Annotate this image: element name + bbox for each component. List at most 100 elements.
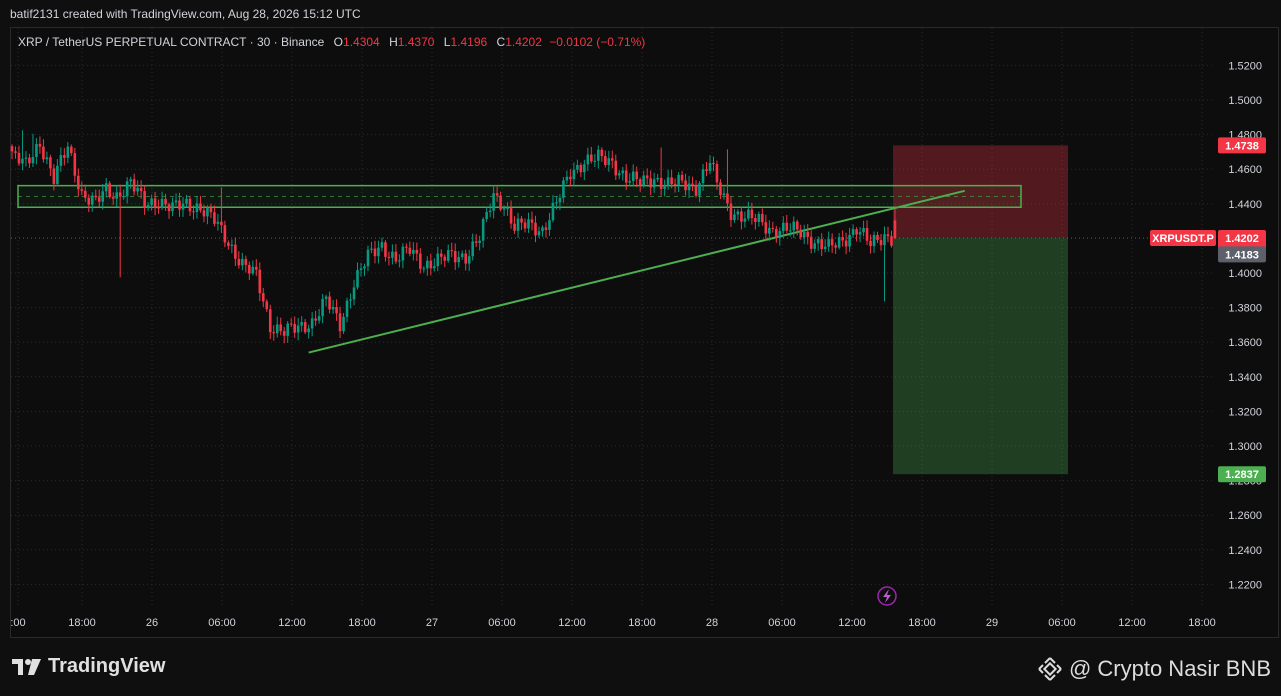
- candle: [10, 144, 14, 160]
- candle-body: [24, 157, 28, 159]
- candle-body: [52, 168, 56, 184]
- candle: [248, 261, 251, 280]
- candle-body: [150, 198, 153, 206]
- candle: [865, 220, 869, 246]
- candle-body: [429, 260, 433, 269]
- candle-body: [115, 192, 118, 199]
- time-tick-label: 18:00: [908, 617, 936, 629]
- stop-price-badge-text: 1.4738: [1225, 140, 1259, 152]
- candle-body: [886, 234, 890, 237]
- candle: [537, 226, 541, 239]
- candle: [237, 251, 241, 269]
- candle-body: [544, 227, 548, 230]
- candle-body: [572, 169, 576, 180]
- candle: [830, 233, 834, 254]
- candle-body: [694, 184, 698, 196]
- candle-body: [635, 171, 639, 180]
- candle-body: [70, 146, 73, 154]
- time-tick-label: 27: [426, 617, 438, 629]
- candle: [300, 316, 303, 332]
- candle-body: [802, 231, 806, 238]
- candle-body: [450, 250, 454, 252]
- candle-body: [879, 240, 883, 246]
- candle: [59, 147, 63, 172]
- candle-body: [708, 162, 712, 172]
- change-value: −0.0102 (−0.71%): [549, 35, 646, 49]
- candle-body: [733, 214, 736, 221]
- price-tick-label: 1.4000: [1228, 268, 1262, 280]
- candle: [70, 144, 73, 156]
- candle-body: [185, 198, 188, 204]
- candle-body: [338, 313, 342, 332]
- time-tick-label: 26: [146, 617, 158, 629]
- candle: [569, 169, 572, 187]
- candle-body: [638, 179, 642, 186]
- candle-body: [520, 218, 523, 223]
- chart-frame: batif2131 created with TradingView.com, …: [0, 0, 1281, 696]
- candle-body: [195, 203, 199, 212]
- candle: [761, 208, 764, 226]
- candle-body: [684, 180, 687, 191]
- time-tick-label: 06:00: [488, 617, 516, 629]
- candle-body: [785, 222, 789, 231]
- price-chart[interactable]: 1.52001.50001.48001.46001.44001.42001.40…: [0, 0, 1281, 696]
- candle: [377, 240, 380, 264]
- candle: [485, 207, 488, 223]
- candle-body: [750, 209, 754, 219]
- candle: [310, 312, 314, 337]
- candle: [806, 224, 810, 245]
- candle: [227, 240, 230, 250]
- candle-body: [132, 179, 136, 192]
- credit-text: @ Crypto Nasir BNB: [1068, 656, 1271, 681]
- candle-body: [851, 229, 855, 235]
- candle: [617, 170, 621, 180]
- candle-body: [872, 234, 876, 247]
- candle: [314, 310, 317, 326]
- candle: [841, 230, 844, 247]
- candle: [321, 293, 324, 324]
- candle-body: [729, 203, 733, 221]
- candle-body: [314, 318, 317, 321]
- candle-body: [628, 181, 632, 183]
- candle-body: [792, 221, 796, 231]
- event-marker-icon[interactable]: [877, 586, 897, 606]
- candle-body: [485, 212, 488, 220]
- candle: [49, 154, 52, 177]
- candle-body: [719, 182, 722, 196]
- candle-body: [331, 307, 335, 310]
- candle: [712, 156, 715, 172]
- candle-body: [527, 219, 530, 229]
- candle-body: [380, 242, 384, 248]
- candle: [876, 231, 879, 244]
- candle: [415, 242, 419, 262]
- time-axis: :00 18:00 26 06:00 12:00 18:00 27 06:00 12:00 18:…: [10, 617, 1215, 629]
- symbol-legend[interactable]: XRP / TetherUS PERPETUAL CONTRACT · 30 ·…: [18, 35, 645, 49]
- candle-body: [883, 234, 886, 246]
- candle-body: [534, 222, 537, 236]
- resistance-zone: [17, 184, 1022, 209]
- candle: [757, 211, 761, 227]
- candle-body: [111, 196, 115, 199]
- candle: [167, 202, 171, 219]
- candle: [583, 159, 586, 180]
- candle-body: [827, 239, 830, 247]
- candle-body: [464, 253, 467, 264]
- candle-body: [858, 232, 862, 235]
- candle: [338, 306, 342, 339]
- candle-body: [122, 196, 125, 198]
- candle-body: [125, 181, 129, 197]
- candle-body: [781, 222, 785, 232]
- tradingview-logo[interactable]: TradingView: [12, 655, 165, 678]
- candle-body: [59, 155, 63, 166]
- candle: [513, 216, 516, 234]
- candle-body: [230, 244, 234, 246]
- candle: [241, 252, 244, 271]
- candle: [541, 225, 544, 237]
- candle-body: [282, 331, 286, 336]
- candle: [708, 155, 712, 175]
- candle-body: [286, 323, 290, 336]
- candle-body: [583, 164, 586, 173]
- candle: [858, 226, 862, 243]
- candle: [631, 164, 635, 187]
- candle-body: [844, 240, 848, 247]
